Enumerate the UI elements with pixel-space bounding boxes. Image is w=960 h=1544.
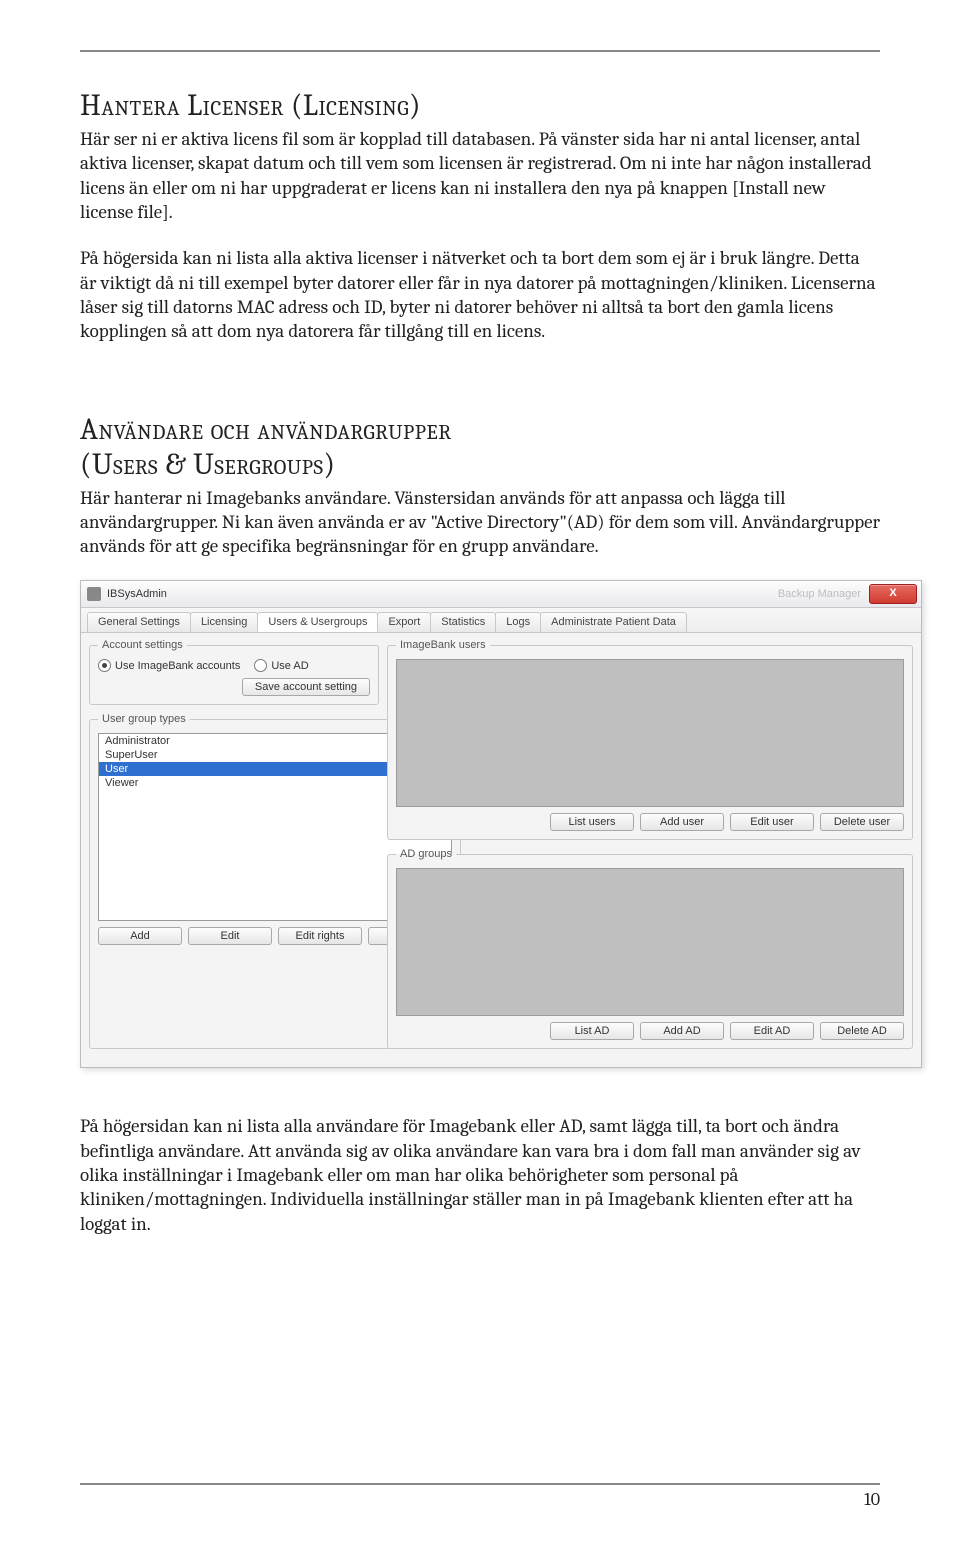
radio-ib-label: Use ImageBank accounts (115, 660, 240, 672)
tab-licensing[interactable]: Licensing (190, 612, 258, 632)
heading-licensing: Hantera Licenser (Licensing) (80, 88, 880, 123)
account-settings-legend: Account settings (98, 639, 187, 651)
window-title: IBSysAdmin (107, 588, 167, 600)
save-account-button[interactable]: Save account setting (242, 678, 370, 696)
edit-ad-button[interactable]: Edit AD (730, 1022, 814, 1040)
delete-user-button[interactable]: Delete user (820, 813, 904, 831)
users-para-2: På högersidan kan ni lista alla användar… (80, 1114, 880, 1236)
ad-groups-group: AD groups List AD Add AD Edit AD Delete … (387, 848, 913, 1049)
page-footer: 10 (80, 1483, 880, 1510)
heading-users-l2: (Users & Usergroups) (80, 447, 880, 482)
licensing-para-2: På högersida kan ni lista alla aktiva li… (80, 246, 880, 343)
radio-ad-label: Use AD (271, 660, 308, 672)
list-ad-button[interactable]: List AD (550, 1022, 634, 1040)
heading-users-l1: Användare och användargrupper (80, 412, 880, 447)
ibsysadmin-window: IBSysAdmin Backup Manager X General Sett… (80, 580, 922, 1068)
list-users-button[interactable]: List users (550, 813, 634, 831)
add-ad-button[interactable]: Add AD (640, 1022, 724, 1040)
titlebar[interactable]: IBSysAdmin Backup Manager X (81, 581, 921, 608)
tab-users-usergroups[interactable]: Users & Usergroups (257, 612, 378, 632)
add-user-button[interactable]: Add user (640, 813, 724, 831)
close-button[interactable]: X (869, 584, 917, 604)
licensing-para-1: Här ser ni er aktiva licens fil som är k… (80, 127, 880, 224)
radio-use-ad[interactable]: Use AD (254, 659, 308, 672)
tab-panel: Account settings Use ImageBank accounts … (81, 632, 921, 1067)
group-edit-rights-button[interactable]: Edit rights (278, 927, 362, 945)
group-add-button[interactable]: Add (98, 927, 182, 945)
titlebar-faded-text: Backup Manager (778, 588, 861, 600)
tab-logs[interactable]: Logs (495, 612, 541, 632)
tab-bar: General Settings Licensing Users & Userg… (81, 608, 921, 632)
ad-groups-legend: AD groups (396, 848, 456, 860)
tab-administrate-patient-data[interactable]: Administrate Patient Data (540, 612, 687, 632)
radio-dot-icon (98, 659, 111, 672)
group-edit-button[interactable]: Edit (188, 927, 272, 945)
imagebank-users-list[interactable] (396, 659, 904, 807)
app-icon (87, 587, 101, 601)
user-group-legend: User group types (98, 713, 190, 725)
top-rule (80, 50, 880, 52)
tab-export[interactable]: Export (377, 612, 431, 632)
radio-dot-icon (254, 659, 267, 672)
edit-user-button[interactable]: Edit user (730, 813, 814, 831)
imagebank-users-group: ImageBank users List users Add user Edit… (387, 639, 913, 840)
tab-general-settings[interactable]: General Settings (87, 612, 191, 632)
radio-use-imagebank[interactable]: Use ImageBank accounts (98, 659, 240, 672)
ad-groups-list[interactable] (396, 868, 904, 1016)
account-settings-group: Account settings Use ImageBank accounts … (89, 639, 379, 705)
users-para-1: Här hanterar ni Imagebanks användare. Vä… (80, 486, 880, 559)
imagebank-users-legend: ImageBank users (396, 639, 490, 651)
page-number: 10 (864, 1489, 880, 1510)
tab-statistics[interactable]: Statistics (430, 612, 496, 632)
delete-ad-button[interactable]: Delete AD (820, 1022, 904, 1040)
